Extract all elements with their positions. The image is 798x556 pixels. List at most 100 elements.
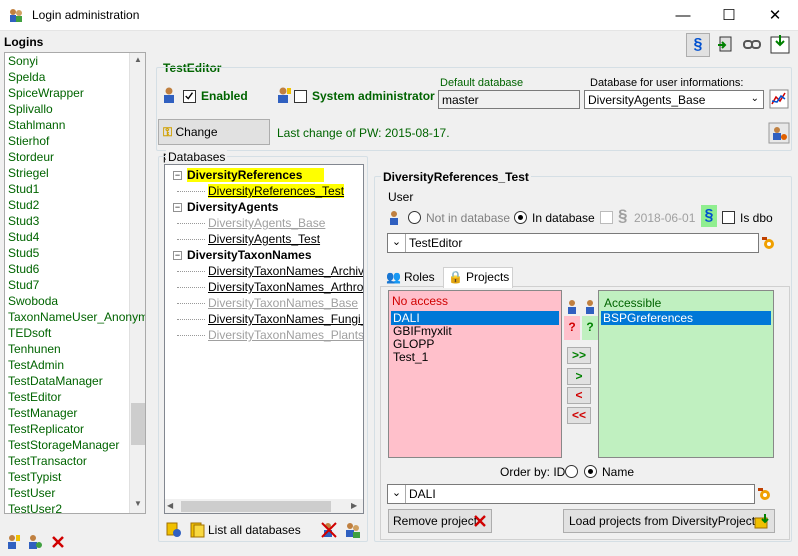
- user-details-icon[interactable]: [27, 534, 43, 550]
- order-name-radio[interactable]: [584, 465, 597, 478]
- tab-projects[interactable]: 🔒 Projects: [443, 267, 513, 288]
- login-item[interactable]: SpiceWrapper: [8, 86, 84, 100]
- login-item[interactable]: Stahlmann: [8, 118, 65, 132]
- no-access-list[interactable]: DALI GBIFmyxlit GLOPP Test_1: [390, 311, 560, 456]
- login-item[interactable]: TestUser: [8, 486, 55, 500]
- login-item[interactable]: Stordeur: [8, 150, 54, 164]
- tree-hscroll-thumb[interactable]: [181, 501, 331, 512]
- is-dbo-checkbox[interactable]: [722, 211, 735, 224]
- move-all-left-button[interactable]: <<: [567, 407, 591, 424]
- paragraph-icon[interactable]: §: [686, 33, 710, 57]
- question-green[interactable]: ?: [582, 316, 598, 340]
- maximize-button[interactable]: ☐: [706, 0, 752, 31]
- move-left-button[interactable]: <: [567, 387, 591, 404]
- user-select[interactable]: ⌄ TestEditor: [387, 233, 759, 253]
- order-id-radio[interactable]: [565, 465, 578, 478]
- accessible-item[interactable]: BSPGreferences: [601, 311, 771, 325]
- login-item[interactable]: TestReplicator: [8, 422, 84, 436]
- login-item[interactable]: TestUser2: [8, 502, 62, 513]
- userinfo-db-select[interactable]: DiversityAgents_Base ⌄: [584, 90, 764, 109]
- not-in-db-radio[interactable]: [408, 211, 421, 224]
- login-item[interactable]: TEDsoft: [8, 326, 51, 340]
- logins-scrollbar[interactable]: ▲ ▼: [129, 53, 145, 513]
- user-browse-icon[interactable]: [761, 235, 777, 251]
- scroll-thumb[interactable]: [131, 403, 145, 445]
- login-item[interactable]: Stud6: [8, 262, 39, 276]
- accessible-list[interactable]: BSPGreferences: [600, 311, 772, 456]
- sysadmin-checkbox[interactable]: [294, 90, 307, 103]
- tab-roles[interactable]: 👥 Roles: [382, 269, 442, 287]
- chevron-down-icon[interactable]: ⌄: [388, 234, 406, 252]
- tree-db-group[interactable]: DiversityAgents: [187, 200, 278, 214]
- login-item[interactable]: TestDataManager: [8, 374, 103, 388]
- minimize-button[interactable]: —: [660, 0, 706, 31]
- login-item[interactable]: TestTransactor: [8, 454, 87, 468]
- no-access-item[interactable]: GLOPP: [391, 337, 559, 351]
- login-item[interactable]: TaxonNameUser_Anonym: [8, 310, 145, 324]
- login-item[interactable]: TestAdmin: [8, 358, 64, 372]
- enabled-checkbox[interactable]: [183, 90, 196, 103]
- question-pink[interactable]: ?: [564, 316, 580, 340]
- export-icon[interactable]: [769, 33, 791, 55]
- paragraph-blue-icon[interactable]: §: [701, 205, 717, 227]
- move-all-right-button[interactable]: >>: [567, 347, 591, 364]
- no-access-item[interactable]: DALI: [391, 311, 559, 325]
- in-db-radio[interactable]: [514, 211, 527, 224]
- login-item[interactable]: Stud1: [8, 182, 39, 196]
- no-access-item[interactable]: GBIFmyxlit: [391, 324, 559, 338]
- login-item[interactable]: Spelda: [8, 70, 45, 84]
- scroll-right-icon[interactable]: ▶: [351, 501, 357, 510]
- tree-db-item[interactable]: DiversityTaxonNames_ArchiveTe: [208, 264, 363, 278]
- project-select[interactable]: ⌄ DALI: [387, 484, 755, 504]
- remove-project-button[interactable]: Remove project: [388, 509, 492, 533]
- collapse-icon[interactable]: −: [173, 203, 182, 212]
- list-all-databases-link[interactable]: List all databases: [208, 523, 301, 537]
- databases-tree[interactable]: ◀ ▶ − DiversityReferences DiversityReferen…: [164, 164, 364, 514]
- tree-db-item[interactable]: DiversityTaxonNames_Fungi_Tes: [208, 312, 363, 326]
- collapse-icon[interactable]: −: [173, 171, 182, 180]
- login-item[interactable]: Stud3: [8, 214, 39, 228]
- chart-icon[interactable]: [769, 89, 789, 109]
- move-right-button[interactable]: >: [567, 368, 591, 385]
- project-browse-icon[interactable]: [757, 486, 773, 502]
- user-info-icon[interactable]: [768, 122, 790, 144]
- login-item[interactable]: Splivallo: [8, 102, 53, 116]
- login-item[interactable]: Striegel: [8, 166, 49, 180]
- date-checkbox[interactable]: [600, 211, 613, 224]
- tree-db-item[interactable]: DiversityTaxonNames_Base: [208, 296, 358, 310]
- login-item[interactable]: Sonyi: [8, 54, 38, 68]
- collapse-icon[interactable]: −: [173, 251, 182, 260]
- login-item[interactable]: TestEditor: [8, 390, 61, 404]
- copy-login-icon[interactable]: [716, 35, 736, 55]
- list-databases-icon[interactable]: [188, 521, 206, 539]
- link-icon[interactable]: [742, 35, 762, 55]
- scroll-left-icon[interactable]: ◀: [167, 501, 173, 510]
- login-item[interactable]: Stud4: [8, 230, 39, 244]
- load-projects-button[interactable]: Load projects from DiversityProjects: [563, 509, 775, 533]
- tree-db-item[interactable]: DiversityAgents_Test: [208, 232, 320, 246]
- tree-db-item[interactable]: DiversityReferences_Test: [208, 184, 345, 198]
- scroll-up-icon[interactable]: ▲: [130, 55, 145, 64]
- login-item[interactable]: Stud7: [8, 278, 39, 292]
- login-item[interactable]: Stud2: [8, 198, 39, 212]
- close-button[interactable]: ✕: [752, 0, 798, 31]
- db-filter-icon[interactable]: [165, 521, 183, 539]
- login-item[interactable]: TestStorageManager: [8, 438, 119, 452]
- login-item[interactable]: Swoboda: [8, 294, 58, 308]
- users-db-icon[interactable]: [344, 521, 362, 539]
- login-item[interactable]: Tenhunen: [8, 342, 61, 356]
- login-item[interactable]: TestManager: [8, 406, 77, 420]
- scroll-down-icon[interactable]: ▼: [130, 499, 145, 508]
- tree-db-item[interactable]: DiversityTaxonNames_Arthropoda: [208, 280, 363, 294]
- login-item[interactable]: Stierhof: [8, 134, 49, 148]
- login-item[interactable]: TestTypist: [8, 470, 61, 484]
- remove-user-db-icon[interactable]: [320, 521, 338, 539]
- delete-login-icon[interactable]: [50, 534, 66, 550]
- login-item[interactable]: Stud5: [8, 246, 39, 260]
- add-login-icon[interactable]: [5, 534, 21, 550]
- default-db-field[interactable]: master: [438, 90, 580, 109]
- chevron-down-icon[interactable]: ⌄: [388, 485, 406, 503]
- no-access-item[interactable]: Test_1: [391, 350, 559, 364]
- change-password-button[interactable]: ⚿ Change password: [158, 119, 270, 163]
- tree-db-item[interactable]: DiversityAgents_Base: [208, 216, 325, 230]
